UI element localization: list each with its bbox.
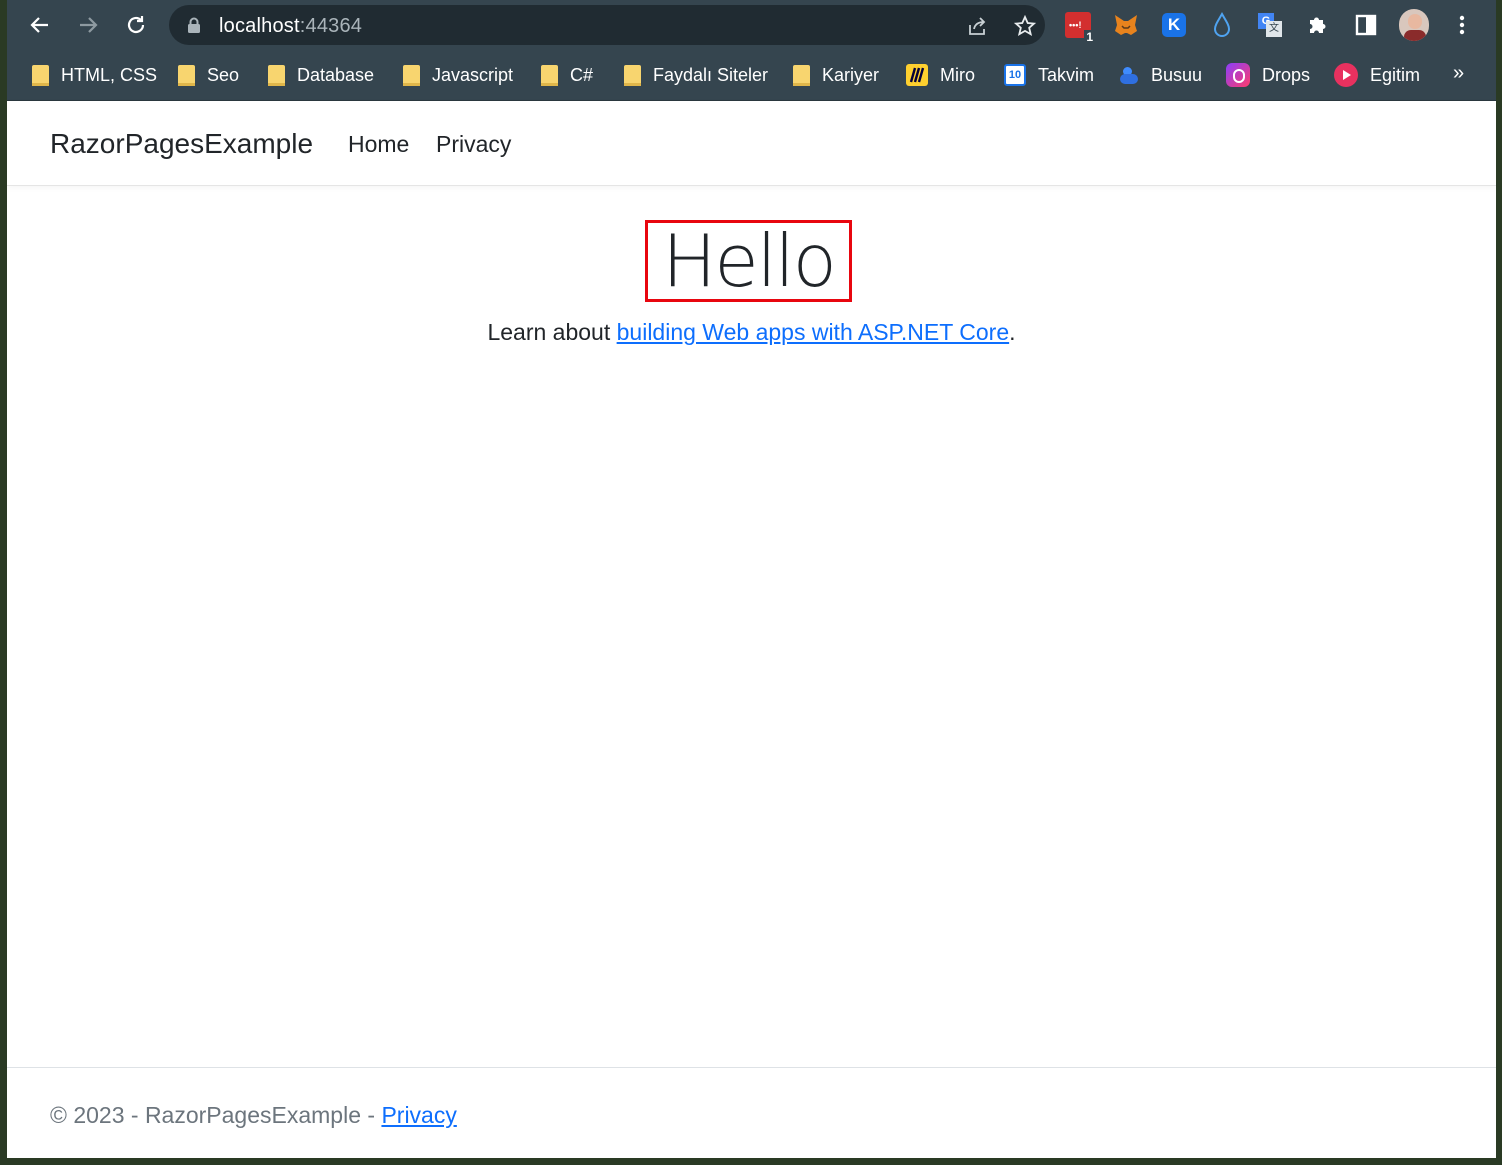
metamask-fox-icon[interactable]	[1111, 10, 1141, 40]
k-extension-icon[interactable]: K	[1159, 10, 1189, 40]
folder-icon	[268, 64, 285, 86]
learn-paragraph: Learn about building Web apps with ASP.N…	[7, 319, 1496, 346]
reload-icon	[127, 16, 145, 34]
more-bookmarks-button[interactable]: »	[1453, 62, 1464, 85]
url-text[interactable]: localhost:44364	[219, 15, 362, 38]
drops-icon	[1226, 63, 1250, 87]
bookmark-label: Faydalı Siteler	[653, 64, 769, 85]
share-icon[interactable]	[965, 14, 989, 38]
highlight-box: Hello	[645, 220, 852, 302]
bookmarks-bar: HTML, CSS Seo Database Javascript C# Fay…	[7, 50, 1496, 101]
folder-icon	[32, 64, 49, 86]
learn-prefix: Learn about	[487, 319, 617, 345]
site-brand-link[interactable]: RazorPagesExample	[50, 128, 313, 160]
nav-privacy-link[interactable]: Privacy	[436, 131, 511, 158]
aspnet-docs-link[interactable]: building Web apps with ASP.NET Core	[617, 319, 1010, 345]
bookmark-csharp[interactable]: C#	[541, 62, 593, 88]
site-navbar: RazorPagesExample Home Privacy	[7, 101, 1496, 186]
bookmark-label: Miro	[940, 64, 975, 85]
bookmark-takvim[interactable]: 10 Takvim	[1004, 62, 1094, 88]
browser-toolbar: localhost:44364 1 •••! K G	[7, 0, 1496, 50]
page-heading: Hello	[662, 219, 837, 303]
forward-arrow-icon	[80, 17, 98, 33]
folder-icon	[403, 64, 420, 86]
bookmark-label: Seo	[207, 64, 240, 85]
folder-icon	[178, 64, 195, 86]
footer-text: © 2023 - RazorPagesExample -	[50, 1102, 382, 1128]
folder-icon	[793, 64, 810, 86]
calendar-icon: 10	[1004, 64, 1026, 86]
bookmark-label: Database	[297, 64, 375, 85]
bookmark-label: Egitim	[1370, 64, 1421, 85]
busuu-icon	[1119, 65, 1139, 85]
bookmark-label: HTML, CSS	[61, 64, 158, 85]
translate-extension-icon[interactable]: G 文	[1255, 10, 1285, 40]
learn-suffix: .	[1009, 319, 1016, 345]
puzzle-extensions-icon[interactable]	[1303, 10, 1333, 40]
miro-icon	[906, 64, 928, 86]
bookmark-drops[interactable]: Drops	[1226, 62, 1310, 88]
folder-icon	[541, 64, 558, 86]
url-port: :44364	[299, 15, 363, 37]
bookmark-faydali-siteler[interactable]: Faydalı Siteler	[624, 62, 768, 88]
egitim-icon	[1334, 63, 1358, 87]
extension-badge: 1	[1084, 30, 1095, 44]
bookmark-javascript[interactable]: Javascript	[403, 62, 513, 88]
bookmark-egitim[interactable]: Egitim	[1334, 62, 1420, 88]
bookmark-label: Drops	[1262, 64, 1311, 85]
site-footer: © 2023 - RazorPagesExample - Privacy	[50, 1102, 457, 1129]
bookmark-label: C#	[570, 64, 594, 85]
footer-divider	[7, 1067, 1496, 1068]
nav-home-link[interactable]: Home	[348, 131, 409, 158]
url-host: localhost	[219, 15, 300, 37]
side-panel-icon[interactable]	[1351, 10, 1381, 40]
bookmark-label: Javascript	[432, 64, 514, 85]
bookmark-database[interactable]: Database	[268, 62, 374, 88]
bookmark-kariyer[interactable]: Kariyer	[793, 62, 879, 88]
web-page: RazorPagesExample Home Privacy Hello Lea…	[7, 101, 1496, 1158]
footer-privacy-link[interactable]: Privacy	[381, 1102, 456, 1128]
bookmark-label: Kariyer	[822, 64, 880, 85]
browser-menu-icon[interactable]	[1447, 10, 1477, 40]
bookmark-label: Busuu	[1151, 64, 1203, 85]
bookmark-miro[interactable]: Miro	[906, 62, 975, 88]
bookmark-seo[interactable]: Seo	[178, 62, 239, 88]
bookmark-html-css[interactable]: HTML, CSS	[32, 62, 157, 88]
forward-button[interactable]	[73, 10, 103, 40]
todo-extension-icon[interactable]: 1 •••!	[1063, 10, 1095, 44]
bookmark-busuu[interactable]: Busuu	[1119, 62, 1202, 88]
drop-extension-icon[interactable]	[1207, 10, 1237, 40]
address-bar[interactable]: localhost:44364	[169, 5, 1045, 45]
folder-icon	[624, 64, 641, 86]
bookmark-label: Takvim	[1038, 64, 1095, 85]
browser-window: localhost:44364 1 •••! K G	[7, 0, 1496, 1158]
back-arrow-icon	[30, 17, 48, 33]
lock-icon	[188, 17, 200, 33]
back-button[interactable]	[25, 10, 55, 40]
reload-button[interactable]	[121, 10, 151, 40]
profile-avatar[interactable]	[1399, 9, 1429, 41]
bookmark-star-icon[interactable]	[1013, 14, 1037, 38]
